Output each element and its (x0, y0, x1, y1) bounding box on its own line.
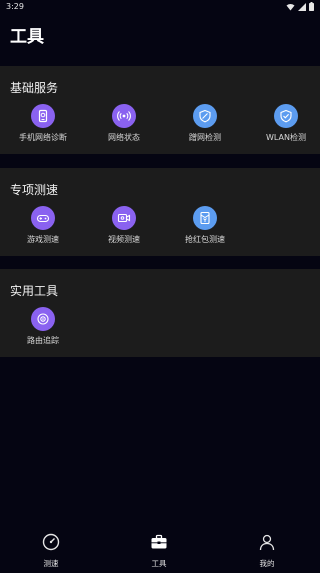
status-bar: 3:29 (0, 0, 320, 14)
wifi-signal-icon (286, 3, 295, 13)
section-basic-services: 基础服务 手机网络诊断 网络状态 蹭网检测 WLAN检测 (0, 66, 320, 154)
tool-label: 蹭网检测 (189, 133, 221, 142)
section-items: 路由追踪 (0, 307, 320, 351)
section-title: 专项测速 (10, 183, 59, 197)
tool-route-trace[interactable]: 路由追踪 (3, 307, 83, 351)
tool-label: 游戏测速 (27, 235, 59, 244)
wifi-leech-detect-icon (193, 104, 217, 128)
section-title: 基础服务 (10, 81, 59, 95)
section-items: 手机网络诊断 网络状态 蹭网检测 WLAN检测 (0, 104, 320, 148)
section-title: 实用工具 (10, 284, 59, 298)
phone-diagnosis-icon (31, 104, 55, 128)
page-title: 工具 (10, 27, 44, 47)
section-special-speedtest: 专项测速 游戏测速 视频测速 抢红包测速 (0, 168, 320, 256)
tool-label: 抢红包测速 (185, 235, 225, 244)
nav-tab-speedtest[interactable]: 测速 (21, 533, 81, 568)
nav-label: 测速 (43, 559, 59, 568)
nav-label: 工具 (151, 559, 167, 568)
wlan-shield-icon (274, 104, 298, 128)
tool-label: WLAN检测 (265, 133, 306, 142)
nav-label: 我的 (259, 559, 275, 568)
tool-label: 视频测速 (108, 235, 140, 244)
route-trace-icon (31, 307, 55, 331)
battery-icon (309, 2, 314, 13)
tool-game-speedtest[interactable]: 游戏测速 (3, 206, 83, 250)
speedometer-icon (42, 533, 60, 555)
tool-phone-network-diagnosis[interactable]: 手机网络诊断 (3, 104, 83, 148)
tool-label: 手机网络诊断 (19, 133, 67, 142)
toolbox-icon (150, 533, 168, 555)
tool-video-speedtest[interactable]: 视频测速 (84, 206, 164, 250)
status-icons (286, 2, 314, 13)
status-time: 3:29 (6, 2, 24, 11)
section-items: 游戏测速 视频测速 抢红包测速 (0, 206, 320, 250)
bottom-navigation: 测速 工具 我的 (0, 527, 320, 573)
tool-network-status[interactable]: 网络状态 (84, 104, 164, 148)
tool-wlan-detection[interactable]: WLAN检测 (246, 104, 320, 148)
network-status-icon (112, 104, 136, 128)
user-icon (258, 533, 276, 555)
gamepad-icon (31, 206, 55, 230)
red-envelope-icon (193, 206, 217, 230)
tool-red-envelope-speedtest[interactable]: 抢红包测速 (165, 206, 245, 250)
tool-wifi-leech-detection[interactable]: 蹭网检测 (165, 104, 245, 148)
cell-signal-icon (298, 2, 306, 13)
section-utility-tools: 实用工具 路由追踪 (0, 269, 320, 357)
tool-label: 路由追踪 (27, 336, 59, 345)
nav-tab-mine[interactable]: 我的 (237, 533, 297, 568)
video-camera-icon (112, 206, 136, 230)
tool-label: 网络状态 (108, 133, 140, 142)
nav-tab-tools[interactable]: 工具 (129, 533, 189, 568)
